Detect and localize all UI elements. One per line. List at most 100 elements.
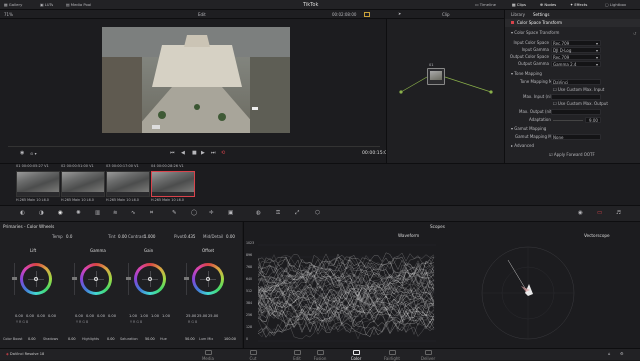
wheel-value[interactable]: 1.00 — [139, 314, 149, 319]
wheel-value[interactable]: 0.00 — [74, 314, 84, 319]
audio-icon[interactable]: ♬ — [616, 210, 621, 217]
gamut-section-header[interactable]: ▾ Gamut Mapping — [511, 127, 546, 131]
pivot-value[interactable]: 0.435 — [184, 235, 195, 239]
cst-row-select[interactable]: DJI D-Log ▾ — [551, 47, 601, 53]
magic-mask-icon[interactable]: ▣ — [228, 210, 233, 217]
lightbox-tab[interactable]: ▢ Lightbox — [605, 3, 626, 7]
page-color[interactable]: Color — [344, 349, 368, 361]
param-value[interactable]: 0.00 — [68, 337, 76, 341]
wheel-value[interactable]: 0.00 — [85, 314, 95, 319]
zoom-level[interactable]: 71% — [4, 12, 13, 17]
key-icon[interactable]: ⚿ — [276, 210, 280, 217]
color-warper-icon[interactable]: ⌗ — [150, 210, 153, 217]
color-wheels-icon[interactable]: ◉ — [58, 210, 63, 217]
master-wheel-slider[interactable] — [12, 263, 17, 295]
custom-max-input-checkbox[interactable]: ☐ Use Custom Max. Input — [553, 88, 604, 92]
hdr-icon[interactable]: ✺ — [76, 210, 81, 217]
master-wheel-slider[interactable] — [126, 263, 131, 295]
home-icon[interactable]: ⌂ — [608, 352, 611, 356]
color-wheel[interactable] — [192, 263, 224, 295]
pointer-icon[interactable]: ➤ — [398, 12, 401, 16]
max-output-field[interactable] — [551, 109, 601, 115]
tracker-icon[interactable]: ✛ — [209, 210, 214, 217]
max-input-field[interactable] — [551, 94, 601, 100]
cst-section-header[interactable]: ▾ Color Space Transform — [511, 31, 559, 35]
clip-thumbnail[interactable] — [16, 171, 60, 197]
slider-knob[interactable] — [184, 277, 189, 280]
playback-options-icon[interactable]: ⊙ ▾ — [30, 152, 37, 156]
sizing-icon[interactable]: ⤢ — [295, 210, 299, 217]
rgb-mixer-icon[interactable]: ▥ — [95, 210, 100, 217]
advanced-section-header[interactable]: ▸ Advanced — [511, 144, 534, 148]
wheel-value[interactable]: 1.00 — [128, 314, 138, 319]
adaptation-slider[interactable] — [553, 120, 583, 121]
scope-icon[interactable]: ▭ — [597, 210, 602, 217]
color-wheel[interactable] — [80, 263, 112, 295]
rewind-icon[interactable]: ◀ — [181, 151, 185, 156]
adaptation-field[interactable]: 9.00 — [585, 117, 601, 123]
tint-value[interactable]: 0.00 — [118, 235, 127, 239]
media-pool-tab[interactable]: ▤ Media Pool — [66, 3, 91, 7]
cst-row-select[interactable]: Rec.709 ▾ — [551, 40, 601, 46]
master-wheel-slider[interactable] — [72, 263, 77, 295]
clip-thumbnail[interactable] — [151, 171, 195, 197]
clip-thumbnail[interactable] — [61, 171, 105, 197]
wheel-value[interactable]: 0.00 — [14, 314, 24, 319]
page-fusion[interactable]: Fusion — [308, 349, 332, 361]
slider-knob[interactable] — [126, 277, 131, 280]
wheel-value[interactable]: 0.00 — [36, 314, 46, 319]
play-icon[interactable]: ▶ — [201, 151, 205, 156]
wheel-value[interactable]: 1.00 — [161, 314, 171, 319]
wheel-value[interactable]: 0.00 — [25, 314, 35, 319]
color-wheel[interactable] — [134, 263, 166, 295]
temp-value[interactable]: 0.0 — [66, 235, 72, 239]
middetail-value[interactable]: 0.00 — [226, 235, 235, 239]
contrast-value[interactable]: 1.000 — [144, 235, 155, 239]
camera-raw-icon[interactable]: ◐ — [20, 210, 25, 217]
page-media[interactable]: Media — [196, 349, 220, 361]
master-wheel-slider[interactable] — [184, 263, 189, 295]
wheel-value[interactable]: 0.00 — [47, 314, 57, 319]
loop-icon[interactable]: ⟲ — [221, 151, 225, 156]
gamut-method-select[interactable]: None — [551, 134, 601, 140]
motion-effects-icon[interactable]: ≋ — [113, 210, 118, 217]
param-value[interactable]: 50.00 — [145, 337, 155, 341]
curves-icon[interactable]: ∿ — [131, 210, 136, 217]
wheel-value[interactable]: 0.00 — [96, 314, 106, 319]
timeline-tab[interactable]: ▭ Timeline — [475, 3, 496, 7]
timeline-name[interactable]: Edit — [198, 12, 206, 17]
slider-knob[interactable] — [12, 277, 17, 280]
tone-section-header[interactable]: ▾ Tone Mapping — [511, 72, 542, 76]
clip-mode[interactable]: Clip — [442, 12, 450, 17]
clips-tab[interactable]: ▦ Clips — [512, 3, 526, 7]
stop-icon[interactable]: ■ — [192, 151, 197, 156]
tone-method-select[interactable]: DaVinci — [551, 79, 601, 85]
enable-indicator[interactable] — [511, 21, 514, 24]
page-cut[interactable]: Cut — [241, 349, 265, 361]
apply-ootf-checkbox[interactable]: ☑ Apply Forward OOTF — [549, 153, 595, 157]
param-value[interactable]: 50.00 — [185, 337, 195, 341]
wheel-value[interactable]: 25.00 — [208, 314, 218, 319]
param-value[interactable]: 0.00 — [107, 337, 115, 341]
custom-max-output-checkbox[interactable]: ☐ Use Custom Max. Output — [553, 102, 608, 106]
wheel-value[interactable]: 25.00 — [197, 314, 207, 319]
cst-row-select[interactable]: Rec.709 ▾ — [551, 54, 601, 60]
node-01[interactable]: 01 — [427, 63, 445, 85]
waveform-label[interactable]: Waveform — [398, 233, 419, 238]
nodes-tab[interactable]: ⊕ Nodes — [540, 3, 556, 7]
wheel-value[interactable]: 1.00 — [150, 314, 160, 319]
window-icon[interactable]: ◯ — [191, 210, 197, 217]
page-fairlight[interactable]: Fairlight — [380, 349, 404, 361]
skip-start-icon[interactable]: ⏮ — [170, 151, 175, 156]
wheel-value[interactable]: 25.00 — [186, 314, 196, 319]
blur-icon[interactable]: ◍ — [256, 210, 261, 217]
wheel-value[interactable]: 0.00 — [107, 314, 117, 319]
settings-icon[interactable]: ⚙ — [620, 352, 624, 356]
page-deliver[interactable]: Deliver — [416, 349, 440, 361]
param-value[interactable]: 0.00 — [28, 337, 36, 341]
effects-tab[interactable]: ✦ Effects — [570, 3, 587, 7]
highlight-icon[interactable] — [364, 12, 370, 17]
qualifier-icon[interactable]: ✎ — [172, 210, 177, 217]
cst-row-select[interactable]: Gamma 2.4 ▾ — [551, 61, 601, 67]
3d-icon[interactable]: ⬡ — [315, 210, 320, 217]
